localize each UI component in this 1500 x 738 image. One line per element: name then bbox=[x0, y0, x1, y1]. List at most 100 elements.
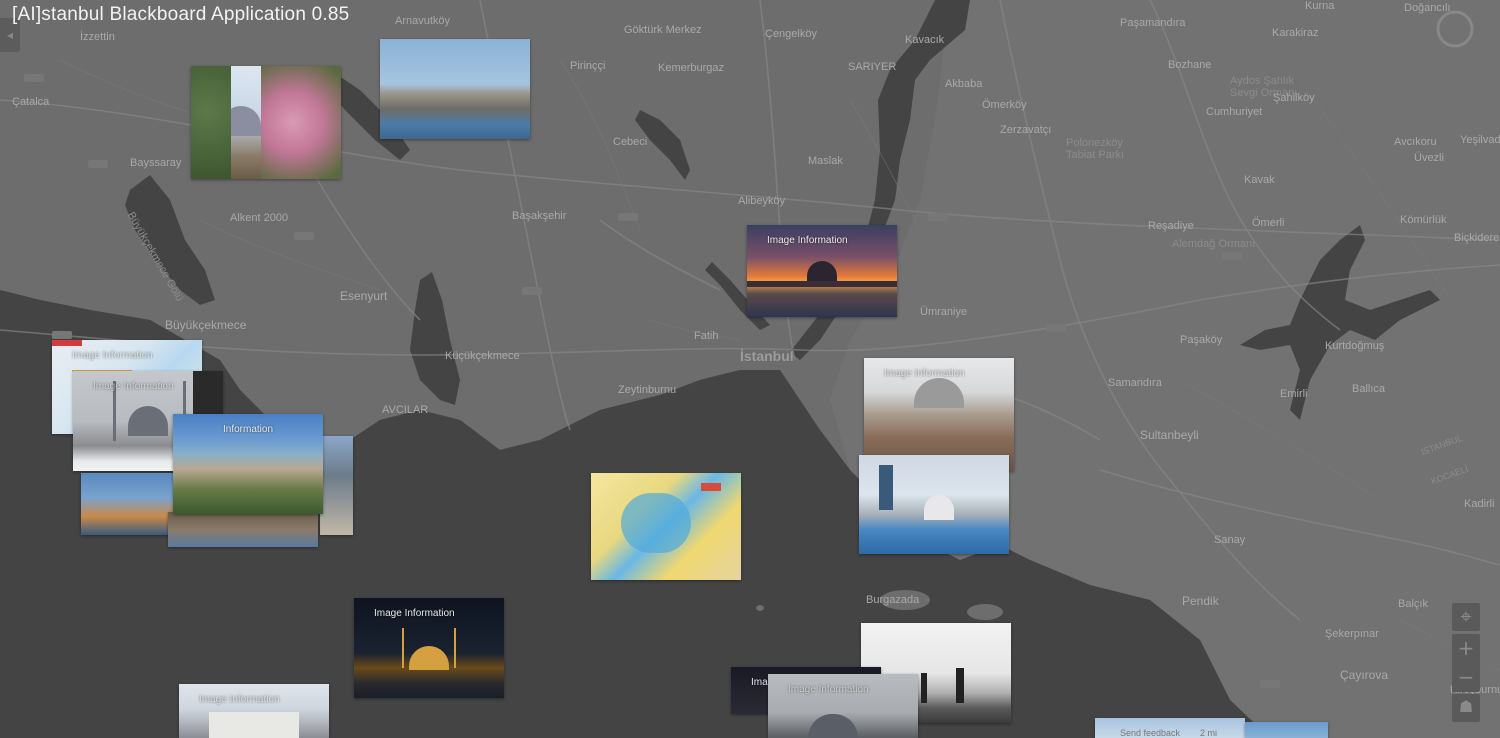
map-label: Bayssaray bbox=[130, 157, 182, 169]
photo-caption: Ima bbox=[751, 677, 768, 688]
road-badge bbox=[618, 213, 638, 221]
map-label: Kemerburgaz bbox=[658, 62, 725, 74]
map-label: Küçükçekmece bbox=[445, 350, 520, 362]
map-label: Zerzavatçı bbox=[1000, 124, 1052, 136]
photo-aerial-city[interactable]: Information bbox=[173, 414, 323, 514]
map-footer: Send feedback 2 mi bbox=[1080, 728, 1500, 738]
map-label: Büyükçekmece bbox=[165, 318, 247, 332]
map-label: Çayırova bbox=[1340, 668, 1389, 682]
map-label: Fatih bbox=[694, 330, 719, 342]
map-label: Ümraniye bbox=[920, 306, 968, 318]
photo-bridge-night[interactable] bbox=[81, 473, 173, 535]
road-badge bbox=[88, 160, 108, 168]
map-label: Doğancılı bbox=[1404, 2, 1451, 14]
zoom-out-button[interactable]: − bbox=[1452, 663, 1480, 692]
map-label: Samandıra bbox=[1108, 377, 1162, 389]
map-label: Alkent 2000 bbox=[230, 212, 289, 224]
map-label: Polonezköy Tabiat Parkı bbox=[1066, 137, 1125, 161]
photo-golden-horn-panorama[interactable] bbox=[380, 39, 530, 139]
photo-caption: Image Information bbox=[788, 684, 869, 695]
map-label: Kurna bbox=[1305, 0, 1335, 12]
map-label: Biçkidere bbox=[1454, 232, 1500, 244]
map-label: Çengelköy bbox=[765, 28, 817, 40]
island-3 bbox=[756, 605, 764, 611]
map-label: Ömerköy bbox=[982, 99, 1027, 111]
photo-tourist-map[interactable] bbox=[591, 473, 741, 580]
map-label: Kurtdoğmuş bbox=[1325, 340, 1385, 352]
map-label: Sultanbeyli bbox=[1140, 428, 1199, 442]
map-label: Akbaba bbox=[945, 78, 983, 90]
road-badge bbox=[1260, 680, 1280, 688]
island-2 bbox=[967, 604, 1003, 620]
map-label: İstanbul bbox=[740, 348, 794, 364]
map-label: Paşamandıra bbox=[1120, 17, 1186, 29]
map-label: Kömürlük bbox=[1400, 214, 1447, 226]
photo-street[interactable] bbox=[320, 436, 353, 535]
map-label: Şekerpınar bbox=[1325, 628, 1379, 640]
photo-palace-building[interactable]: Image Information bbox=[179, 684, 329, 738]
map-label: Ömerli bbox=[1252, 217, 1285, 229]
feedback-link[interactable]: Send feedback bbox=[1120, 728, 1180, 738]
photo-ortakoy-mosque[interactable] bbox=[859, 455, 1009, 554]
map-label: İzzettin bbox=[80, 31, 115, 43]
map-label: Karakiraz bbox=[1272, 27, 1319, 39]
map-label: Alibeyköy bbox=[738, 195, 786, 207]
app-title: [AI]stanbul Blackboard Application 0.85 bbox=[12, 4, 350, 25]
photo-mosque-spring[interactable] bbox=[191, 66, 341, 179]
map-label: Pirinççi bbox=[570, 60, 606, 72]
chevron-left-icon: ◂ bbox=[6, 28, 14, 42]
map-label: Balçık bbox=[1398, 598, 1428, 610]
map-label: Yeşilvadi bbox=[1460, 134, 1500, 146]
zoom-control: + − bbox=[1452, 634, 1480, 692]
map-label: Üvezli bbox=[1414, 152, 1444, 164]
map-label: Sanay bbox=[1214, 534, 1246, 546]
road-badge bbox=[1046, 324, 1066, 332]
map-label: SARIYER bbox=[848, 61, 897, 73]
map-label: Esenyurt bbox=[340, 289, 388, 303]
map-label: Başakşehir bbox=[512, 210, 567, 222]
map-label: Alemdağ Ormanı bbox=[1172, 238, 1256, 250]
road-badge bbox=[24, 74, 44, 82]
map-label: Avcıkoru bbox=[1394, 136, 1437, 148]
crosshair-icon: ⌖ bbox=[1460, 604, 1472, 628]
road-badge bbox=[1222, 252, 1242, 260]
map-label: Pendik bbox=[1182, 594, 1219, 608]
map-label: Kavacık bbox=[905, 34, 945, 46]
map-label: Arnavutköy bbox=[395, 15, 451, 27]
photo-caption: Image Information bbox=[93, 381, 174, 392]
locate-button[interactable]: ⌖ bbox=[1452, 603, 1480, 631]
map-label: Maslak bbox=[808, 155, 843, 167]
road-badge bbox=[928, 213, 948, 221]
pegman-icon: ☗ bbox=[1458, 697, 1474, 716]
map-label: Göktürk Merkez bbox=[624, 24, 702, 36]
map-label: Şahilköy bbox=[1273, 92, 1315, 104]
map-label: Paşaköy bbox=[1180, 334, 1223, 346]
map-label: Bozhane bbox=[1168, 59, 1212, 71]
map-label: Zeytinburnu bbox=[618, 384, 677, 396]
map-label: Emirli bbox=[1280, 388, 1308, 400]
map-label: Çatalca bbox=[12, 96, 50, 108]
road-badge bbox=[52, 331, 72, 339]
road-badge bbox=[522, 287, 542, 295]
map-label: Kavak bbox=[1244, 174, 1275, 186]
photo-mosque-night[interactable]: Image Information bbox=[354, 598, 504, 698]
photo-mosque-grey[interactable]: Image Information bbox=[768, 674, 918, 738]
photo-caption: Image Information bbox=[884, 368, 965, 379]
street-view-button[interactable]: ☗ bbox=[1452, 694, 1480, 722]
map-label: Kadirli bbox=[1464, 498, 1495, 510]
map-label: Reşadiye bbox=[1148, 220, 1194, 232]
photo-caption: Image Information bbox=[199, 694, 280, 705]
scale-label: 2 mi bbox=[1200, 728, 1218, 738]
map-label: Ballıca bbox=[1352, 383, 1386, 395]
photo-waterfront[interactable] bbox=[168, 512, 318, 547]
photo-galata-sunset[interactable]: Image Information bbox=[747, 225, 897, 317]
photo-caption: Image Information bbox=[374, 608, 455, 619]
photo-caption: Image Information bbox=[767, 235, 848, 246]
photo-caption: Information bbox=[223, 424, 274, 435]
map-label: Burgazada bbox=[866, 594, 920, 606]
map-label: Cebeci bbox=[613, 136, 648, 148]
map-label: Cumhuriyet bbox=[1206, 106, 1263, 118]
zoom-in-button[interactable]: + bbox=[1452, 634, 1480, 663]
photo-caption: Image Information bbox=[72, 350, 153, 361]
map-label: AVCILAR bbox=[382, 404, 429, 416]
